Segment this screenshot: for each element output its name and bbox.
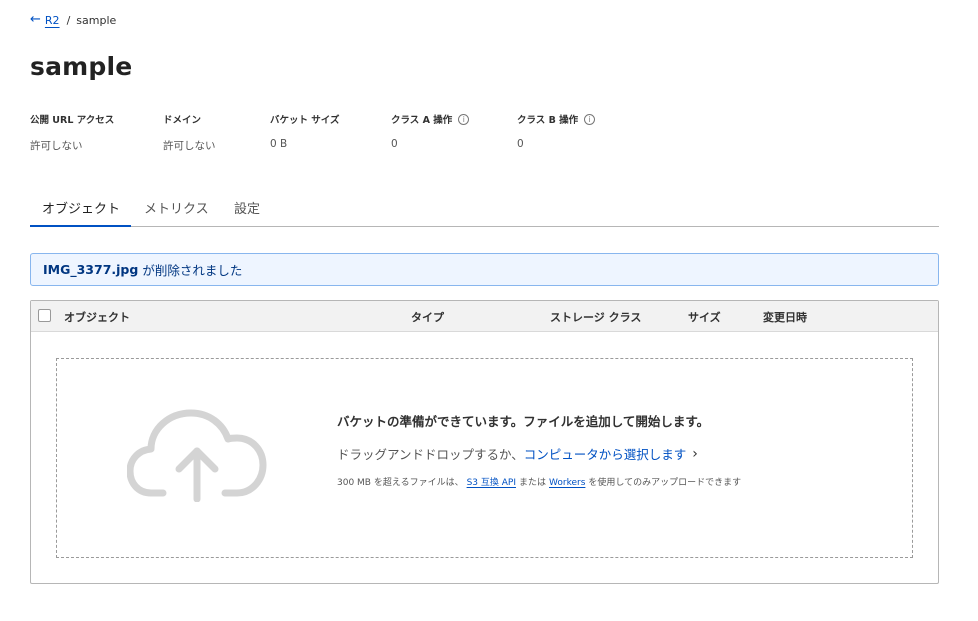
dropzone-note-suffix: を使用してのみアップロードできます xyxy=(588,478,742,488)
bucket-stats: 公開 URL アクセス 許可しない ドメイン 許可しない バケット サイズ 0 … xyxy=(30,112,730,152)
column-header-storage-class[interactable]: ストレージ クラス xyxy=(550,309,641,325)
breadcrumb-current: sample xyxy=(76,13,117,27)
stat-domain: ドメイン 許可しない xyxy=(163,112,216,153)
stat-value: 許可しない xyxy=(163,140,216,152)
dropzone-note-mid: または xyxy=(518,478,546,488)
tab-settings[interactable]: 設定 xyxy=(234,190,260,227)
info-icon[interactable]: i xyxy=(584,113,596,125)
stat-label: クラス B 操作 xyxy=(517,115,579,126)
dropzone-instruction-text: ドラッグアンドドロップするか、 xyxy=(337,447,524,462)
stat-label: ドメイン xyxy=(163,115,202,126)
stat-class-b-operations: クラス B 操作 i 0 xyxy=(517,112,596,150)
table-header: オブジェクト タイプ ストレージ クラス サイズ 変更日時 xyxy=(31,301,938,332)
dropzone-title: バケットの準備ができています。ファイルを追加して開始します。 xyxy=(337,414,710,429)
stat-label: クラス A 操作 xyxy=(391,115,453,126)
dropzone-note-prefix: 300 MB を超えるファイルは、 xyxy=(337,478,464,488)
stat-bucket-size: バケット サイズ 0 B xyxy=(270,112,340,150)
dropzone-text: バケットの準備ができています。ファイルを追加して開始します。 ドラッグアンドドロ… xyxy=(337,411,741,488)
dropzone-instruction: ドラッグアンドドロップするか、 コンピュータから選択します › xyxy=(337,444,741,463)
stat-label: バケット サイズ xyxy=(270,115,340,126)
tab-metrics[interactable]: メトリクス xyxy=(144,190,209,227)
tab-bar: オブジェクト メトリクス 設定 xyxy=(30,190,939,227)
stat-value: 0 xyxy=(517,138,524,150)
stat-value: 0 B xyxy=(270,138,288,150)
stat-label: 公開 URL アクセス xyxy=(30,115,115,126)
breadcrumb: ← R2 / sample xyxy=(30,12,116,28)
deletion-alert: IMG_3377.jpg が削除されました xyxy=(30,253,939,286)
column-header-type[interactable]: タイプ xyxy=(411,309,444,325)
breadcrumb-separator: / xyxy=(66,13,71,27)
select-all-checkbox[interactable] xyxy=(38,309,51,322)
column-header-modified[interactable]: 変更日時 xyxy=(763,309,807,325)
s3-compatible-api-link[interactable]: S3 互換 API xyxy=(467,478,516,488)
alert-message: が削除されました xyxy=(142,263,243,278)
column-header-size[interactable]: サイズ xyxy=(688,309,721,325)
info-icon[interactable]: i xyxy=(458,113,470,125)
stat-value: 許可しない xyxy=(30,140,83,152)
tab-objects[interactable]: オブジェクト xyxy=(30,190,131,227)
workers-link[interactable]: Workers xyxy=(549,478,585,488)
stat-class-a-operations: クラス A 操作 i 0 xyxy=(391,112,470,150)
column-header-object[interactable]: オブジェクト xyxy=(64,309,130,325)
cloud-upload-icon xyxy=(127,409,267,502)
objects-table: オブジェクト タイプ ストレージ クラス サイズ 変更日時 バケットの準備ができ… xyxy=(30,300,939,584)
select-from-computer-link[interactable]: コンピュータから選択します xyxy=(524,444,687,463)
upload-dropzone[interactable]: バケットの準備ができています。ファイルを追加して開始します。 ドラッグアンドドロ… xyxy=(56,358,913,558)
page-title: sample xyxy=(30,52,133,81)
chevron-right-icon[interactable]: › xyxy=(692,446,698,462)
stat-public-url-access: 公開 URL アクセス 許可しない xyxy=(30,112,114,153)
arrow-left-icon[interactable]: ← xyxy=(30,13,41,27)
alert-file-name: IMG_3377.jpg xyxy=(43,262,139,277)
stat-value: 0 xyxy=(391,138,398,150)
dropzone-note: 300 MB を超えるファイルは、 S3 互換 API または Workers を使用し… xyxy=(337,475,741,488)
breadcrumb-link-r2[interactable]: R2 xyxy=(45,14,60,27)
